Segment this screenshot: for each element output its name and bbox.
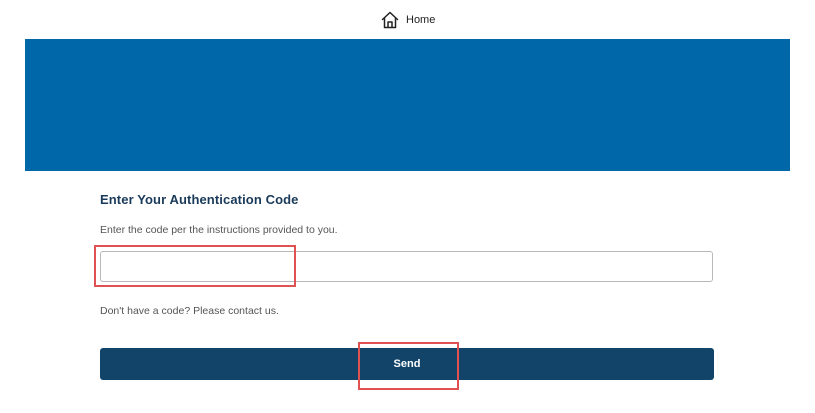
contact-us-text: Don't have a code? Please contact us.: [100, 305, 279, 317]
home-icon: [380, 10, 400, 30]
page-title: Enter Your Authentication Code: [100, 192, 299, 207]
header-banner: [25, 39, 790, 171]
home-link[interactable]: Home: [380, 9, 435, 31]
top-navigation: Home: [0, 0, 815, 39]
authentication-code-input[interactable]: [100, 251, 713, 282]
home-label: Home: [406, 14, 436, 26]
instructions-text: Enter the code per the instructions prov…: [100, 224, 338, 236]
send-button[interactable]: Send: [100, 348, 714, 380]
